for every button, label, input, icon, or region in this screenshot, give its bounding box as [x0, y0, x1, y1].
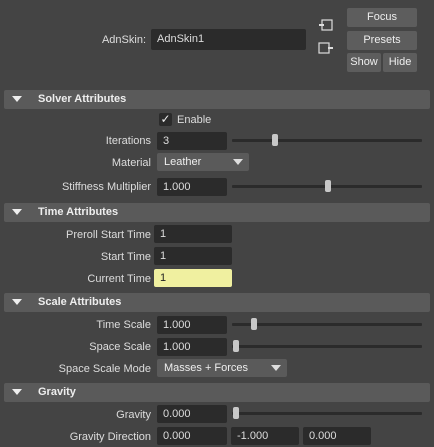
start-time-field[interactable]: 1 — [154, 247, 232, 265]
enable-checkbox[interactable]: ✓ — [159, 113, 172, 126]
space-scale-label: Space Scale — [89, 341, 151, 353]
collapse-arrow-icon — [12, 209, 22, 215]
space-scale-mode-value: Masses + Forces — [164, 362, 249, 374]
iterations-label: Iterations — [105, 135, 151, 147]
scale-attributes-section-header[interactable]: Scale Attributes — [4, 293, 430, 312]
gravity-direction-label: Gravity Direction — [69, 431, 151, 443]
presets-button[interactable]: Presets — [347, 31, 417, 50]
input-connection-icon[interactable] — [318, 18, 334, 32]
hide-button[interactable]: Hide — [383, 53, 417, 72]
section-title: Scale Attributes — [38, 296, 122, 308]
preroll-start-time-field[interactable]: 1 — [154, 225, 232, 243]
time-scale-slider-track[interactable] — [232, 323, 422, 326]
material-value: Leather — [164, 156, 202, 168]
space-scale-mode-dropdown[interactable]: Masses + Forces — [157, 359, 287, 377]
time-attributes-section-header[interactable]: Time Attributes — [4, 203, 430, 222]
gravity-field[interactable]: 0.000 — [157, 405, 227, 423]
time-scale-slider-thumb[interactable] — [251, 318, 257, 330]
stiffness-multiplier-label: Stiffness Multiplier — [61, 181, 151, 193]
start-time-label: Start Time — [100, 251, 151, 263]
section-title: Solver Attributes — [38, 93, 127, 105]
space-scale-field[interactable]: 1.000 — [157, 338, 227, 356]
section-title: Gravity — [38, 386, 76, 398]
chevron-down-icon — [233, 159, 243, 165]
collapse-arrow-icon — [12, 389, 22, 395]
stiffness-multiplier-field[interactable]: 1.000 — [157, 178, 227, 196]
current-time-label: Current Time — [87, 273, 151, 285]
output-connection-icon[interactable] — [318, 41, 334, 55]
material-dropdown[interactable]: Leather — [157, 153, 249, 171]
gravity-section-header[interactable]: Gravity — [4, 383, 430, 402]
gravity-slider-track[interactable] — [232, 412, 422, 415]
collapse-arrow-icon — [12, 299, 22, 305]
iterations-slider-track[interactable] — [232, 139, 422, 142]
preroll-start-time-label: Preroll Start Time — [66, 229, 151, 241]
material-label: Material — [111, 157, 151, 169]
collapse-arrow-icon — [12, 96, 22, 102]
space-scale-mode-label: Space Scale Mode — [58, 363, 151, 375]
current-time-field[interactable]: 1 — [154, 269, 232, 287]
section-title: Time Attributes — [38, 206, 119, 218]
enable-label: Enable — [177, 114, 212, 126]
iterations-field[interactable]: 3 — [157, 132, 227, 150]
focus-button[interactable]: Focus — [347, 8, 417, 27]
show-button[interactable]: Show — [347, 53, 381, 72]
time-scale-label: Time Scale — [96, 319, 151, 331]
space-scale-slider-thumb[interactable] — [233, 340, 239, 352]
node-name-field[interactable]: AdnSkin1 — [151, 29, 306, 50]
gravity-direction-x-field[interactable]: 0.000 — [157, 427, 227, 445]
chevron-down-icon — [271, 365, 281, 371]
gravity-direction-z-field[interactable]: 0.000 — [303, 427, 371, 445]
gravity-direction-y-field[interactable]: -1.000 — [231, 427, 299, 445]
solver-attributes-section-header[interactable]: Solver Attributes — [4, 90, 430, 109]
stiffness-slider-thumb[interactable] — [325, 180, 331, 192]
checkmark-icon: ✓ — [160, 112, 171, 126]
time-scale-field[interactable]: 1.000 — [157, 316, 227, 334]
gravity-slider-thumb[interactable] — [233, 407, 239, 419]
iterations-slider-thumb[interactable] — [272, 134, 278, 146]
space-scale-slider-track[interactable] — [232, 345, 422, 348]
node-name-label: AdnSkin: — [101, 34, 146, 46]
gravity-label: Gravity — [116, 409, 151, 421]
